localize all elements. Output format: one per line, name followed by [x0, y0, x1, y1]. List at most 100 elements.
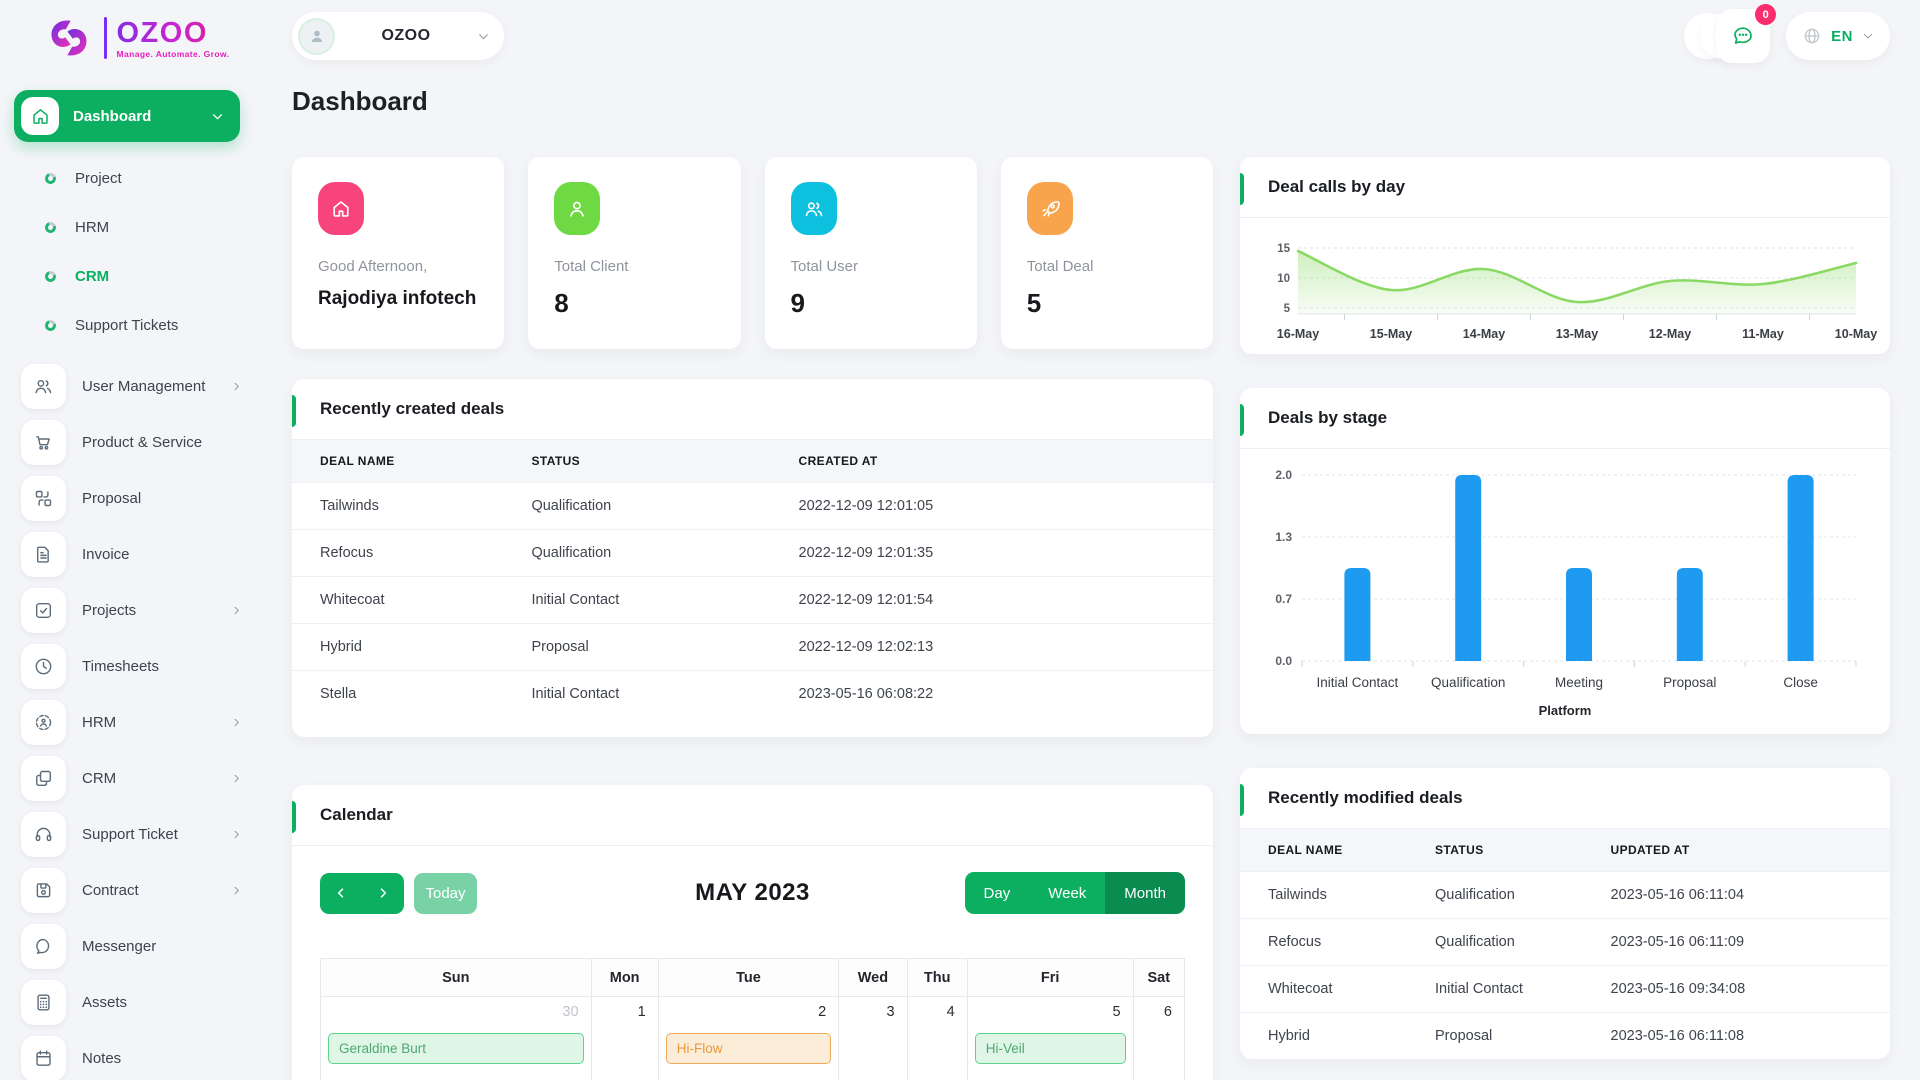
- rocket-icon: [1026, 182, 1073, 235]
- chevron-right-icon: [234, 606, 239, 614]
- weekday-header: Mon: [590, 958, 659, 997]
- total-client-card: Total Client 8: [528, 157, 741, 349]
- logo[interactable]: OZOO Manage. Automate. Grow.: [44, 12, 262, 64]
- chevron-down-icon: [213, 113, 222, 119]
- table-row[interactable]: Refocus Qualification 2023-05-16 06:11:09: [1240, 918, 1890, 966]
- calendar-day-cell[interactable]: 1: [590, 996, 659, 1080]
- svg-text:Meeting: Meeting: [1555, 675, 1603, 690]
- svg-text:0.7: 0.7: [1275, 592, 1292, 606]
- headset-icon: [21, 811, 66, 857]
- calendar-icon: [21, 1035, 66, 1080]
- sidebar-item-assets[interactable]: Assets: [0, 974, 262, 1030]
- sidebar-item-user-management[interactable]: User Management: [0, 358, 262, 414]
- calendar-day-cell[interactable]: 30 Geraldine Burt: [320, 996, 592, 1080]
- card-title: Recently created deals: [320, 399, 505, 418]
- svg-text:15-May: 15-May: [1370, 327, 1412, 341]
- date-number: 6: [1163, 1004, 1172, 1020]
- calendar-event[interactable]: Hi-Veil: [974, 1033, 1126, 1064]
- calendar-today-button[interactable]: Today: [414, 872, 477, 914]
- svg-text:14-May: 14-May: [1463, 327, 1505, 341]
- calendar-prev-button[interactable]: [320, 873, 362, 914]
- calendar-day-cell[interactable]: 6: [1132, 996, 1186, 1080]
- calendar-day-cell[interactable]: 5 Hi-Veil: [966, 996, 1134, 1080]
- accent-bar: [292, 395, 296, 427]
- date-number: 3: [886, 1004, 895, 1020]
- table-row[interactable]: Whitecoat Initial Contact 2023-05-16 09:34…: [1240, 965, 1890, 1013]
- calendar-view-month[interactable]: Month: [1105, 872, 1185, 914]
- stat-value: 5: [1026, 288, 1042, 318]
- sidebar-item-support-ticket[interactable]: Support Ticket: [0, 806, 262, 862]
- dashboard-content: Good Afternoon, Rajodiya infotech Total …: [262, 157, 1920, 1080]
- deals-by-stage-card: Deals by stage 0.0 0.7 1.3 2.0 Initial Conta…: [1240, 388, 1890, 734]
- recently-created-deals-card: Recently created deals DEAL NAME STATUS …: [292, 379, 1213, 737]
- table-row[interactable]: Tailwinds Qualification 2022-12-09 12:01:0…: [292, 482, 1213, 530]
- calendar-next-button[interactable]: [362, 873, 404, 914]
- card-title: Calendar: [320, 805, 393, 824]
- sidebar-item-hrm-group[interactable]: HRM: [0, 694, 262, 750]
- sidebar-item-dashboard[interactable]: Dashboard: [14, 90, 240, 142]
- stat-value: 8: [554, 288, 569, 318]
- chevron-left-icon: [337, 888, 344, 898]
- sidebar-item-contract[interactable]: Contract: [0, 862, 262, 918]
- calendar-day-cell[interactable]: 3: [838, 996, 908, 1080]
- users-icon: [21, 363, 66, 409]
- ring-icon: [43, 269, 58, 284]
- ring-icon: [43, 318, 58, 333]
- save-icon: [21, 867, 66, 913]
- sidebar-menu: User Management Product & Service Propos…: [0, 358, 262, 1080]
- table-row[interactable]: Whitecoat Initial Contact 2022-12-09 12:01…: [292, 576, 1213, 624]
- svg-text:Qualification: Qualification: [1431, 675, 1505, 690]
- users-icon: [790, 182, 837, 235]
- calendar-view-week[interactable]: Week: [1029, 872, 1106, 914]
- home-icon: [21, 97, 59, 135]
- ring-icon: [43, 220, 58, 235]
- accent-bar: [1240, 173, 1244, 205]
- calendar-event[interactable]: Geraldine Burt: [328, 1033, 584, 1064]
- sidebar-item-proposal[interactable]: Proposal: [0, 470, 262, 526]
- recently-created-deals-table: DEAL NAME STATUS CREATED AT Tailwinds Qua…: [292, 440, 1213, 717]
- document-icon: [21, 531, 66, 577]
- topbar: OZOO 0 EN: [262, 0, 1920, 72]
- topbar-actions: 0 EN: [1684, 4, 1890, 63]
- messages-button[interactable]: 0: [1716, 4, 1777, 63]
- table-row[interactable]: Hybrid Proposal 2022-12-09 12:02:13: [292, 623, 1213, 671]
- sidebar-item-crm[interactable]: CRM: [0, 252, 262, 301]
- sidebar-item-support-tickets[interactable]: Support Tickets: [0, 301, 262, 350]
- calendar-event[interactable]: Hi-Flow: [665, 1033, 832, 1064]
- main-area: OZOO 0 EN Dashboard Good Afternoon, Rajo…: [262, 0, 1920, 1080]
- svg-text:2.0: 2.0: [1275, 468, 1292, 482]
- sidebar-item-project[interactable]: Project: [0, 154, 262, 203]
- deal-calls-area-chart: 5 10 15 16-May 15-May 14-May 13-May 12-May 11-Ma…: [1240, 218, 1890, 354]
- recently-modified-deals-card: Recently modified deals DEAL NAME STATUS…: [1240, 768, 1890, 1059]
- calendar-day-cell[interactable]: 4: [906, 996, 968, 1080]
- table-row[interactable]: Hybrid Proposal 2023-05-16 06:11:08: [1240, 1012, 1890, 1060]
- table-row[interactable]: Stella Initial Contact 2023-05-16 06:08:22: [292, 670, 1213, 718]
- stat-label: Total User: [790, 258, 859, 275]
- svg-text:1.3: 1.3: [1275, 530, 1292, 544]
- svg-text:Close: Close: [1783, 675, 1818, 690]
- calendar-toolbar: Today MAY 2023 Day Week Month: [320, 872, 1185, 914]
- check-square-icon: [21, 587, 66, 633]
- sidebar-item-messenger[interactable]: Messenger: [0, 918, 262, 974]
- table-row[interactable]: Tailwinds Qualification 2023-05-16 06:11:0…: [1240, 871, 1890, 919]
- weekday-header: Tue: [657, 958, 840, 997]
- calendar-view-day[interactable]: Day: [964, 872, 1030, 914]
- chat-bubble-icon: [1734, 27, 1753, 44]
- bar-chart-x-axis-label: Platform: [1538, 703, 1592, 718]
- calendar-day-cell[interactable]: 2 Hi-Flow: [657, 996, 840, 1080]
- chevron-right-icon: [234, 830, 239, 838]
- workspace-selector[interactable]: OZOO: [292, 12, 504, 60]
- dashboard-submenu: Project HRM CRM Support Tickets: [0, 154, 262, 350]
- sidebar-item-product-service[interactable]: Product & Service: [0, 414, 262, 470]
- language-selector[interactable]: EN: [1786, 12, 1890, 60]
- sidebar-item-invoice[interactable]: Invoice: [0, 526, 262, 582]
- sidebar-item-hrm[interactable]: HRM: [0, 203, 262, 252]
- table-row[interactable]: Refocus Qualification 2022-12-09 12:01:35: [292, 529, 1213, 577]
- sidebar-item-timesheets[interactable]: Timesheets: [0, 638, 262, 694]
- date-number: 2: [818, 1004, 827, 1020]
- sidebar-item-projects[interactable]: Projects: [0, 582, 262, 638]
- recently-modified-deals-table: DEAL NAME STATUS UPDATED AT Tailwinds Qua…: [1240, 829, 1890, 1059]
- sidebar-item-crm-group[interactable]: CRM: [0, 750, 262, 806]
- sidebar-item-notes[interactable]: Notes: [0, 1030, 262, 1080]
- deal-calls-by-day-card: Deal calls by day 5 10 15 16-May 15-May 14-Ma…: [1240, 157, 1890, 354]
